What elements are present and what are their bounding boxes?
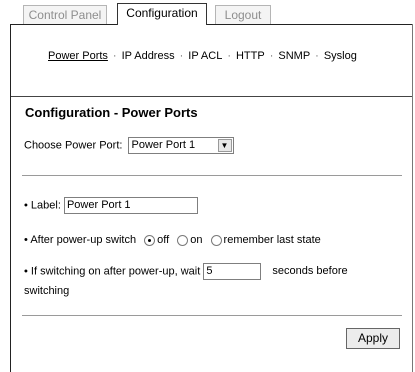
tab-bar: Control Panel Configuration Logout: [0, 0, 415, 25]
after-powerup-label: After power-up switch: [30, 234, 137, 246]
choose-port-row: Choose Power Port: Power Port 1 ▼: [24, 137, 234, 154]
apply-button[interactable]: Apply: [346, 328, 400, 349]
subnav-separator: ·: [112, 50, 117, 62]
subnav-http[interactable]: HTTP: [236, 50, 265, 62]
chevron-down-icon[interactable]: ▼: [217, 139, 232, 152]
power-port-select[interactable]: Power Port 1 ▼: [127, 137, 234, 154]
radio-remember-last-state[interactable]: [210, 234, 222, 246]
choose-port-label: Choose Power Port:: [24, 139, 123, 152]
subnav-separator: ·: [179, 50, 184, 62]
radio-off-label: off: [157, 234, 170, 246]
subnav-ip-acl[interactable]: IP ACL: [188, 50, 222, 62]
label-field-label: Label:: [30, 199, 61, 212]
bullet: •: [24, 199, 28, 212]
subnav-power-ports[interactable]: Power Ports: [48, 50, 108, 62]
radio-remember-label: remember last state: [223, 234, 321, 246]
panel-right-border: [412, 24, 413, 372]
tab-configuration[interactable]: Configuration: [117, 3, 207, 25]
subnav-snmp[interactable]: SNMP: [278, 50, 310, 62]
wait-row: • If switching on after power-up, wait 5…: [24, 263, 348, 280]
page-title: Configuration - Power Ports: [25, 105, 198, 120]
subnav-separator: ·: [269, 50, 274, 62]
subnav-separator: ·: [315, 50, 319, 62]
sub-navigation: Power Ports · IP Address · IP ACL · HTTP · SNMP ·…: [48, 50, 357, 62]
label-row: • Label: Power Port 1: [24, 197, 198, 214]
power-port-select-value: Power Port 1: [131, 139, 196, 151]
subnav-separator: ·: [227, 50, 231, 62]
label-input[interactable]: Power Port 1: [63, 197, 198, 214]
bullet: •: [24, 234, 28, 246]
radio-on-label: on: [190, 234, 203, 246]
wait-label: If switching on after power-up, wait: [30, 265, 201, 278]
wait-suffix: seconds before: [272, 265, 348, 278]
header-divider: [11, 96, 412, 97]
subnav-syslog[interactable]: Syslog: [324, 50, 357, 62]
radio-off[interactable]: [144, 234, 156, 246]
section-divider-2: [22, 315, 402, 316]
subnav-ip-address[interactable]: IP Address: [122, 50, 175, 62]
tab-logout[interactable]: Logout: [215, 5, 271, 24]
bullet: •: [24, 265, 28, 278]
wait-suffix-line2: switching: [24, 285, 70, 297]
section-divider-1: [22, 175, 402, 176]
radio-on[interactable]: [177, 234, 189, 246]
after-powerup-row: • After power-up switch off on remember …: [24, 234, 321, 246]
wait-seconds-input[interactable]: 5: [203, 263, 262, 280]
tab-control-panel[interactable]: Control Panel: [23, 5, 107, 24]
